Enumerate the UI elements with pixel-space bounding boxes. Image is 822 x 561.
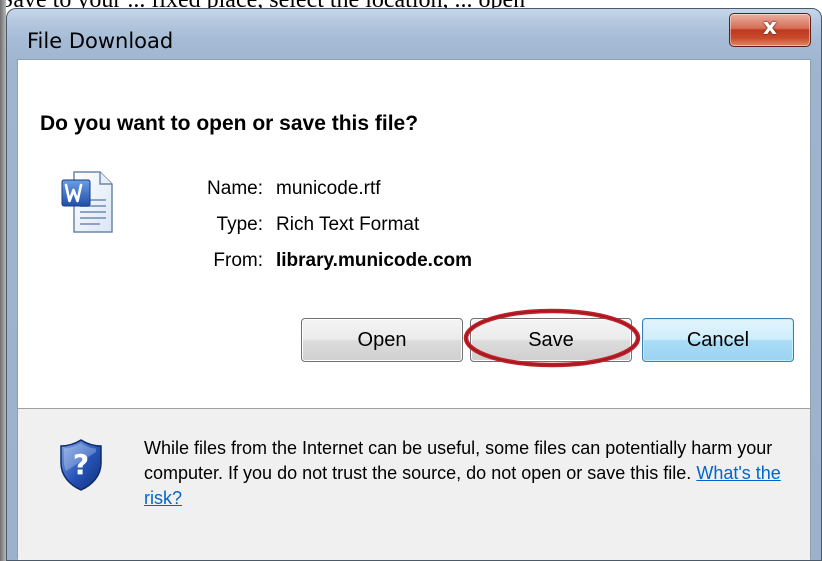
security-warning-message: While files from the Internet can be use… — [144, 438, 773, 483]
window-title: File Download — [27, 29, 174, 53]
svg-text:?: ? — [73, 448, 89, 481]
file-download-dialog: File Download x Do you want to open or s… — [6, 8, 822, 561]
close-icon: x — [762, 15, 778, 40]
dialog-content: Do you want to open or save this file? N… — [17, 59, 811, 560]
title-bar[interactable]: File Download x — [7, 9, 821, 57]
name-label-cell: Name: — [153, 178, 263, 202]
close-button[interactable]: x — [729, 13, 811, 47]
file-name: municode.rtf — [276, 178, 381, 199]
file-source: library.municode.com — [276, 250, 473, 271]
cancel-button[interactable]: Cancel — [642, 318, 794, 362]
open-button[interactable]: Open — [301, 318, 463, 362]
type-label: Type: — [216, 214, 263, 235]
file-type: Rich Text Format — [276, 214, 420, 235]
security-shield-question-icon: ? — [58, 438, 104, 492]
type-label-cell: Type: — [153, 214, 263, 238]
from-label-cell: From: — [153, 250, 263, 274]
dialog-question: Do you want to open or save this file? — [40, 112, 419, 135]
from-label: From: — [213, 250, 263, 271]
word-document-icon — [60, 170, 114, 234]
save-button[interactable]: Save — [470, 318, 632, 362]
security-warning-text: While files from the Internet can be use… — [144, 436, 784, 511]
name-label: Name: — [207, 178, 263, 199]
